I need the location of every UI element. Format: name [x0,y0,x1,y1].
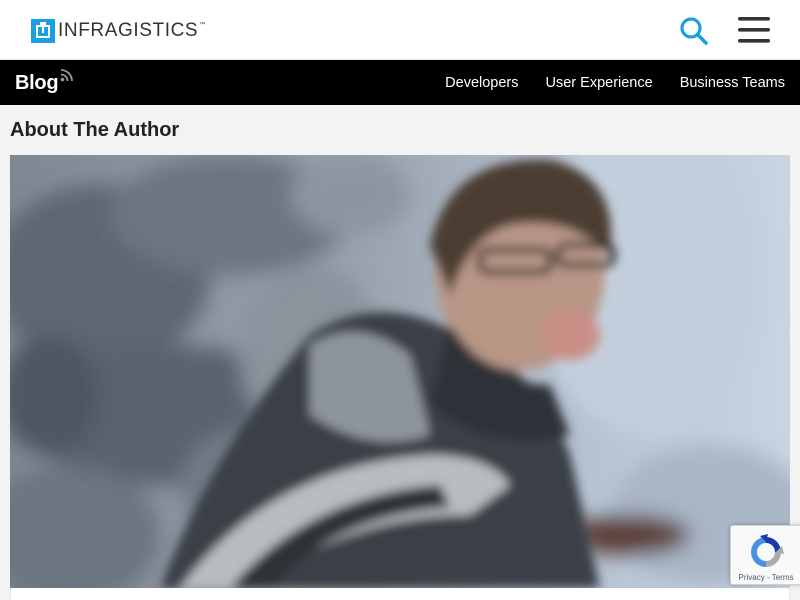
nav-link-business-teams[interactable]: Business Teams [680,75,785,91]
rss-icon[interactable] [60,68,74,82]
recaptcha-icon [751,534,784,567]
author-card-footer [10,588,790,600]
search-icon [680,17,708,45]
infragistics-logo-icon [31,19,55,43]
recaptcha-badge[interactable]: Privacy - Terms [730,525,800,585]
recaptcha-privacy-link[interactable]: Privacy [739,573,765,582]
blog-title[interactable]: Blog [15,71,59,95]
search-button[interactable] [678,15,710,47]
author-photo-image [10,155,790,588]
author-photo [10,155,790,588]
infragistics-logo[interactable]: INFRAGISTICS ™ [31,19,205,43]
recaptcha-separator: - [764,573,772,582]
top-header: INFRAGISTICS ™ [0,0,800,60]
logo-trademark: ™ [199,22,206,28]
recaptcha-links: Privacy - Terms [731,573,800,583]
nav-link-user-experience[interactable]: User Experience [546,75,653,91]
logo-text: INFRAGISTICS [58,20,199,41]
blog-nav-bar: Blog Developers User Experience Business… [0,60,800,105]
about-author-heading: About The Author [10,119,180,141]
nav-link-developers[interactable]: Developers [445,75,518,91]
hamburger-menu-icon [738,17,770,43]
recaptcha-terms-link[interactable]: Terms [772,573,794,582]
menu-button[interactable] [738,17,770,43]
blog-nav-links: Developers User Experience Business Team… [418,60,785,105]
